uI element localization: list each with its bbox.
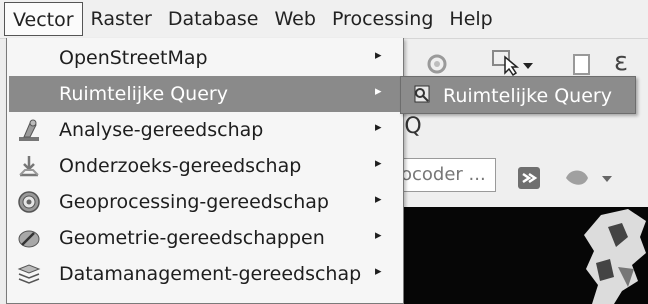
epsilon-tool-icon[interactable]: ε bbox=[606, 47, 636, 77]
plugin-tool-icon[interactable] bbox=[514, 163, 544, 193]
menu-item-analyse-gereedschap[interactable]: Analyse-gereedschap ▸ bbox=[9, 112, 401, 148]
menu-vector[interactable]: Vector bbox=[4, 2, 83, 36]
menu-item-label: Ruimtelijke Query bbox=[59, 83, 228, 105]
submenu-arrow-icon: ▸ bbox=[375, 120, 382, 135]
menu-item-label: Geoprocessing-gereedschap bbox=[59, 191, 329, 213]
analysis-icon bbox=[15, 116, 43, 144]
select-tool-icon[interactable] bbox=[488, 47, 538, 79]
ruimtelijke-query-submenu: Ruimtelijke Query bbox=[400, 76, 636, 114]
document-tool-icon[interactable] bbox=[568, 51, 596, 79]
menu-raster[interactable]: Raster bbox=[83, 2, 160, 36]
menu-item-label: OpenStreetMap bbox=[59, 47, 208, 69]
menu-item-openstreetmap[interactable]: OpenStreetMap ▸ bbox=[9, 40, 401, 76]
menu-help[interactable]: Help bbox=[441, 2, 500, 36]
submenu-arrow-icon: ▸ bbox=[375, 156, 382, 171]
menu-item-ruimtelijke-query[interactable]: Ruimtelijke Query ▸ bbox=[9, 76, 401, 112]
spatial-query-icon bbox=[409, 82, 435, 108]
submenu-arrow-icon: ▸ bbox=[375, 84, 382, 99]
map-canvas[interactable] bbox=[396, 207, 648, 304]
menu-item-label: Onderzoeks-gereedschap bbox=[59, 155, 302, 177]
menu-item-label: Analyse-gereedschap bbox=[59, 119, 264, 141]
submenu-item-ruimtelijke-query[interactable]: Ruimtelijke Query bbox=[443, 85, 612, 107]
menu-database[interactable]: Database bbox=[160, 2, 267, 36]
menu-item-datamanagement-gereedschap[interactable]: Datamanagement-gereedschap ▸ bbox=[9, 256, 401, 292]
vector-dropdown-menu: OpenStreetMap ▸ Ruimtelijke Query ▸ Anal… bbox=[6, 38, 404, 304]
geocoder-input[interactable]: ocoder ... bbox=[398, 158, 496, 192]
menu-item-onderzoeks-gereedschap[interactable]: Onderzoeks-gereedschap ▸ bbox=[9, 148, 401, 184]
menu-item-geoprocessing-gereedschap[interactable]: Geoprocessing-gereedschap ▸ bbox=[9, 184, 401, 220]
data-management-icon bbox=[15, 260, 43, 288]
geometry-icon bbox=[15, 224, 43, 252]
menu-item-label: Geometrie-gereedschappen bbox=[59, 227, 325, 249]
geoprocessing-icon bbox=[15, 188, 43, 216]
submenu-arrow-icon: ▸ bbox=[375, 48, 382, 63]
settings-tool-icon[interactable] bbox=[420, 49, 454, 79]
menu-item-geometrie-gereedschappen[interactable]: Geometrie-gereedschappen ▸ bbox=[9, 220, 401, 256]
submenu-arrow-icon: ▸ bbox=[375, 264, 382, 279]
python-tool-icon[interactable] bbox=[560, 163, 620, 193]
menu-item-label: Datamanagement-gereedschap bbox=[59, 263, 362, 285]
menu-processing[interactable]: Processing bbox=[324, 2, 441, 36]
menu-bar: Vector Raster Database Web Processing He… bbox=[0, 0, 648, 39]
menu-web[interactable]: Web bbox=[267, 2, 324, 36]
submenu-arrow-icon: ▸ bbox=[375, 192, 382, 207]
research-icon bbox=[15, 152, 43, 180]
submenu-arrow-icon: ▸ bbox=[375, 228, 382, 243]
